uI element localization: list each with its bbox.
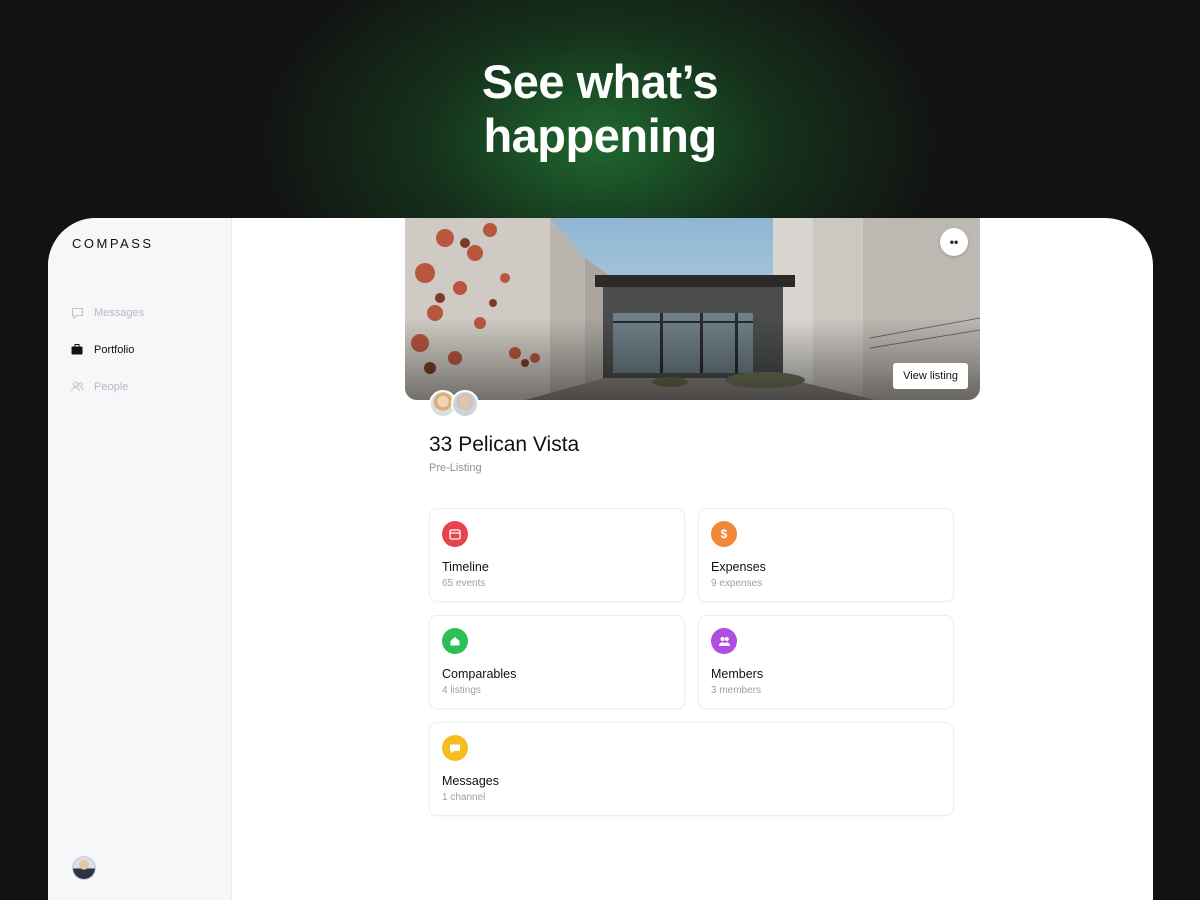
card-title: Messages: [442, 774, 499, 788]
sidebar-item-label: Messages: [94, 306, 145, 319]
sidebar: COMPASS Messages Portfolio People: [48, 218, 232, 900]
view-listing-button[interactable]: View listing: [893, 363, 968, 389]
card-subtitle: 1 channel: [442, 792, 486, 803]
messages-card[interactable]: Messages 1 channel: [429, 722, 954, 816]
headline-line-1: See what’s: [481, 55, 719, 108]
compass-logo[interactable]: COMPASS: [72, 236, 154, 251]
headline-line-2: happening: [483, 109, 717, 162]
sidebar-item-label: People: [94, 380, 129, 393]
card-subtitle: 3 members: [711, 685, 762, 696]
card-title: Timeline: [442, 560, 489, 574]
sidebar-nav: Messages Portfolio People: [70, 294, 144, 405]
home-icon: [442, 628, 468, 654]
card-title: Members: [711, 667, 764, 681]
people-icon: [70, 380, 84, 394]
headline: See what’s happening: [0, 55, 1200, 163]
agent-avatars[interactable]: [429, 390, 489, 420]
main-content: •• View listing 33 Pelican Vista Pre-Lis…: [232, 218, 1153, 900]
briefcase-icon: [70, 343, 84, 357]
sidebar-item-portfolio[interactable]: Portfolio: [70, 331, 144, 368]
sidebar-item-label: Portfolio: [94, 343, 135, 356]
dollar-icon: $: [711, 521, 737, 547]
sidebar-item-messages[interactable]: Messages: [70, 294, 144, 331]
timeline-card[interactable]: Timeline 65 events: [429, 508, 685, 602]
card-subtitle: 9 expenses: [711, 578, 763, 589]
card-title: Comparables: [442, 667, 517, 681]
property-hero-image[interactable]: •• View listing: [405, 218, 980, 400]
agent-avatar: [451, 390, 479, 418]
property-status: Pre-Listing: [429, 462, 482, 474]
expenses-card[interactable]: $ Expenses 9 expenses: [698, 508, 954, 602]
user-avatar[interactable]: [72, 856, 96, 880]
sidebar-item-people[interactable]: People: [70, 368, 144, 405]
property-title: 33 Pelican Vista: [429, 433, 580, 456]
card-subtitle: 65 events: [442, 578, 486, 589]
card-title: Expenses: [711, 560, 766, 574]
comparables-card[interactable]: Comparables 4 listings: [429, 615, 685, 709]
more-options-button[interactable]: ••: [940, 228, 968, 256]
calendar-icon: [442, 521, 468, 547]
message-icon: [442, 735, 468, 761]
chat-bubble-icon: [70, 306, 84, 320]
members-card[interactable]: Members 3 members: [698, 615, 954, 709]
app-window: COMPASS Messages Portfolio People •• Vie…: [48, 218, 1153, 900]
group-icon: [711, 628, 737, 654]
card-subtitle: 4 listings: [442, 685, 481, 696]
